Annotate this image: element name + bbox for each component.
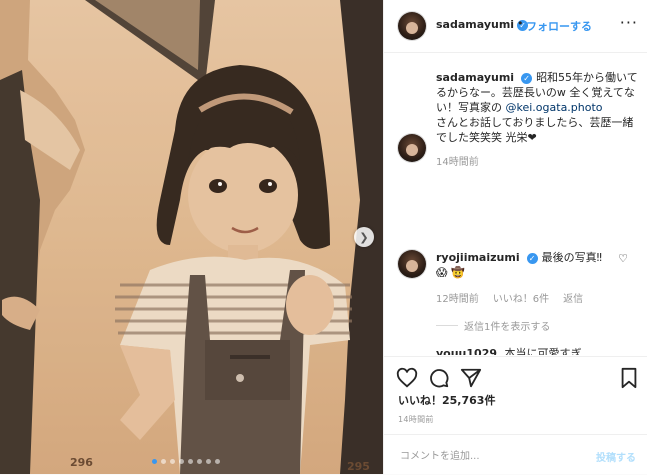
page-number-left: 296 xyxy=(70,456,93,469)
author-username[interactable]: sadamayumi ✓ xyxy=(436,18,529,31)
heart-icon[interactable] xyxy=(396,367,418,389)
caption-username[interactable]: sadamayumi xyxy=(436,71,514,84)
comment-meta: 12時間前 いいね！6件 返信 xyxy=(436,290,583,305)
post-header: sadamayumi ✓ • フォローする ··· xyxy=(384,0,647,53)
comment-text: ryojiimaizumi ✓ 最後の写真‼😱 🤠 xyxy=(436,250,606,280)
commenter-avatar[interactable] xyxy=(398,250,426,278)
author-username-text[interactable]: sadamayumi xyxy=(436,18,514,31)
comment-username[interactable]: ryojiimaizumi xyxy=(436,251,520,264)
share-icon[interactable] xyxy=(460,367,482,389)
carousel-dot xyxy=(215,459,220,464)
comment-likes[interactable]: いいね！6件 xyxy=(493,290,549,305)
verified-badge-icon: ✓ xyxy=(521,72,533,84)
comment-icon[interactable] xyxy=(428,367,450,389)
comments-list[interactable]: sadamayumi ✓ 昭和55年から働いてるからなー。芸歴長いのw 全く覚えてな… xyxy=(384,52,647,355)
comment-input[interactable] xyxy=(398,445,582,467)
view-replies-label[interactable]: 返信1件を表示する xyxy=(464,318,550,333)
caption-mention-link[interactable]: @kei.ogata.photo xyxy=(506,101,603,114)
caption-body-2: さんとお話しておりましたら、芸歴一緒でした笑笑笑 光栄❤ xyxy=(436,116,634,144)
carousel-dot xyxy=(161,459,166,464)
carousel-indicator xyxy=(152,459,220,464)
instagram-post-modal: 296 295 ❯ sadamayumi ✓ • フォローする ··· sadam… xyxy=(0,0,647,474)
carousel-dot xyxy=(197,459,202,464)
carousel-dot xyxy=(170,459,175,464)
more-options-icon[interactable]: ··· xyxy=(620,13,638,32)
carousel-dot xyxy=(179,459,184,464)
follow-separator: • xyxy=(517,17,524,30)
caption-time[interactable]: 14時間前 xyxy=(436,155,644,170)
view-replies-button[interactable]: 返信1件を表示する xyxy=(436,318,550,333)
comment-body: 本当に可愛すぎ xyxy=(504,347,582,355)
replies-divider xyxy=(436,325,458,326)
verified-badge-icon: ✓ xyxy=(526,252,538,264)
action-bar xyxy=(384,356,647,397)
likes-count[interactable]: いいね！25,763件 xyxy=(398,392,495,408)
carousel-dot xyxy=(152,459,157,464)
page-number-right: 295 xyxy=(347,460,370,473)
follow-button[interactable]: フォローする xyxy=(526,18,592,34)
post-photo[interactable]: 296 295 ❯ xyxy=(0,0,383,474)
bookmark-icon[interactable] xyxy=(618,367,640,389)
caption-avatar[interactable] xyxy=(398,134,426,162)
post-comment-button[interactable]: 投稿する xyxy=(596,449,636,464)
comment-like-icon[interactable]: ♡ xyxy=(618,252,628,265)
carousel-dot xyxy=(206,459,211,464)
comment-reply-button[interactable]: 返信 xyxy=(563,290,583,305)
comment-time[interactable]: 12時間前 xyxy=(436,290,479,305)
next-slide-button[interactable]: ❯ xyxy=(354,227,374,247)
carousel-dot xyxy=(188,459,193,464)
post-sidebar: sadamayumi ✓ • フォローする ··· sadamayumi ✓ 昭和55… xyxy=(383,0,647,474)
comment-username[interactable]: youu1029 xyxy=(436,347,497,355)
photo-illustration xyxy=(0,0,383,474)
posted-time[interactable]: 14時間前 xyxy=(398,414,434,425)
chevron-right-icon: ❯ xyxy=(359,230,369,244)
comment-text: youu1029 本当に可愛すぎ xyxy=(436,346,644,355)
author-avatar[interactable] xyxy=(398,12,426,40)
add-comment-section: 投稿する xyxy=(384,434,647,475)
caption-text: sadamayumi ✓ 昭和55年から働いてるからなー。芸歴長いのw 全く覚えてな… xyxy=(436,70,644,170)
